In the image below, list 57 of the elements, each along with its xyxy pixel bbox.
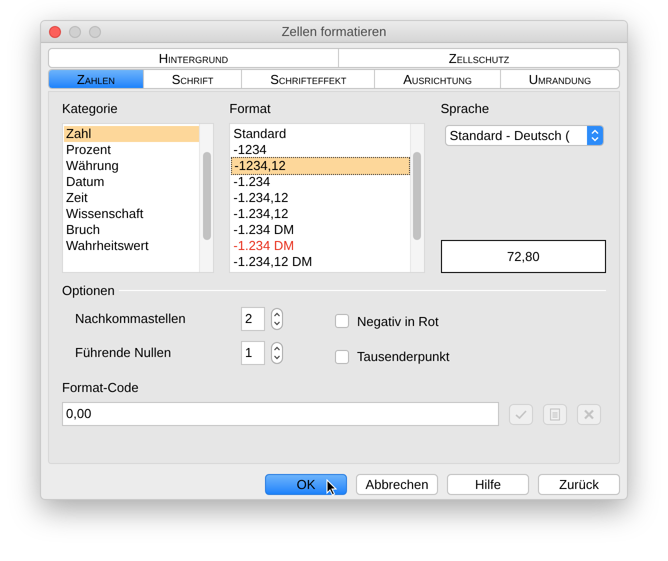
tab[interactable]: Umrandung [500, 70, 619, 88]
field-label: Nachkommastellen [75, 310, 187, 328]
checkbox-label: Negativ in Rot [357, 312, 439, 331]
language-dropdown[interactable]: Standard - Deutsch ( [444, 125, 604, 146]
list-item[interactable]: -1.234,12 [231, 206, 410, 222]
zoom-button[interactable] [89, 26, 101, 38]
list-item[interactable]: -1234,12 [231, 157, 410, 175]
section-label: Format-Code [62, 378, 140, 396]
list-item[interactable]: Standard [231, 126, 410, 142]
list-item[interactable]: -1.234 [231, 174, 410, 190]
section-label: Format [229, 100, 272, 118]
checkbox[interactable] [335, 314, 349, 328]
list-item[interactable]: Zeit [64, 190, 200, 206]
section-label: Optionen [62, 282, 115, 300]
dialog-button[interactable]: Zurück [538, 474, 620, 495]
list-item[interactable]: -1.234 DM [231, 222, 410, 238]
dialog-button[interactable]: Hilfe [447, 474, 529, 495]
list-item[interactable]: -1234 [231, 142, 410, 158]
section-label: Kategorie [62, 100, 119, 118]
checkbox[interactable] [335, 350, 349, 364]
tab[interactable]: Schrifteffekt [241, 70, 374, 88]
dialog-button[interactable]: Abbrechen [356, 474, 438, 495]
tab[interactable]: Zahlen [49, 70, 143, 88]
checkbox-label: Tausenderpunkt [357, 348, 450, 366]
close-button[interactable] [49, 26, 61, 38]
clipboard-button-icon[interactable] [543, 404, 567, 424]
cursor-icon [326, 479, 337, 496]
list-item[interactable]: Datum [64, 174, 200, 190]
format-code-field[interactable]: 0,00 [62, 402, 499, 426]
list-item[interactable]: Wahrheitswert [64, 238, 200, 254]
close-button-icon[interactable] [577, 404, 601, 424]
field-label: Führende Nullen [75, 344, 172, 362]
tab[interactable]: Hintergrund [49, 49, 338, 67]
stepper-icon[interactable] [271, 308, 283, 330]
tab[interactable]: Ausrichtung [374, 70, 500, 88]
list-item[interactable]: -1.234,12 DM [231, 254, 410, 270]
list-item[interactable]: Zahl [64, 126, 200, 142]
list-item[interactable]: -1.234 DM [231, 238, 410, 254]
list-item[interactable]: Wissenschaft [64, 206, 200, 222]
list-item[interactable]: Prozent [64, 142, 200, 158]
stepper-icon[interactable] [271, 342, 283, 364]
section-label: Sprache [440, 100, 490, 118]
number-field[interactable]: 1 [241, 340, 265, 364]
list-item[interactable]: Bruch [64, 222, 200, 238]
tab[interactable]: Schrift [142, 70, 242, 88]
dropdown-arrows-icon [586, 126, 603, 145]
window-title: Zellen formatieren [280, 22, 388, 41]
dialog-button[interactable]: OK [265, 474, 347, 495]
scrollbar-thumb[interactable] [202, 152, 211, 240]
minimize-button[interactable] [69, 26, 81, 38]
preview-box: 72,80 [440, 240, 606, 273]
list-item[interactable]: -1.234,12 [231, 190, 410, 206]
list-item[interactable]: Währung [64, 158, 200, 174]
number-field[interactable]: 2 [241, 306, 265, 330]
checkmark-button-icon[interactable] [509, 404, 533, 424]
tab[interactable]: Zellschutz [338, 49, 619, 67]
scrollbar-thumb[interactable] [413, 152, 422, 240]
